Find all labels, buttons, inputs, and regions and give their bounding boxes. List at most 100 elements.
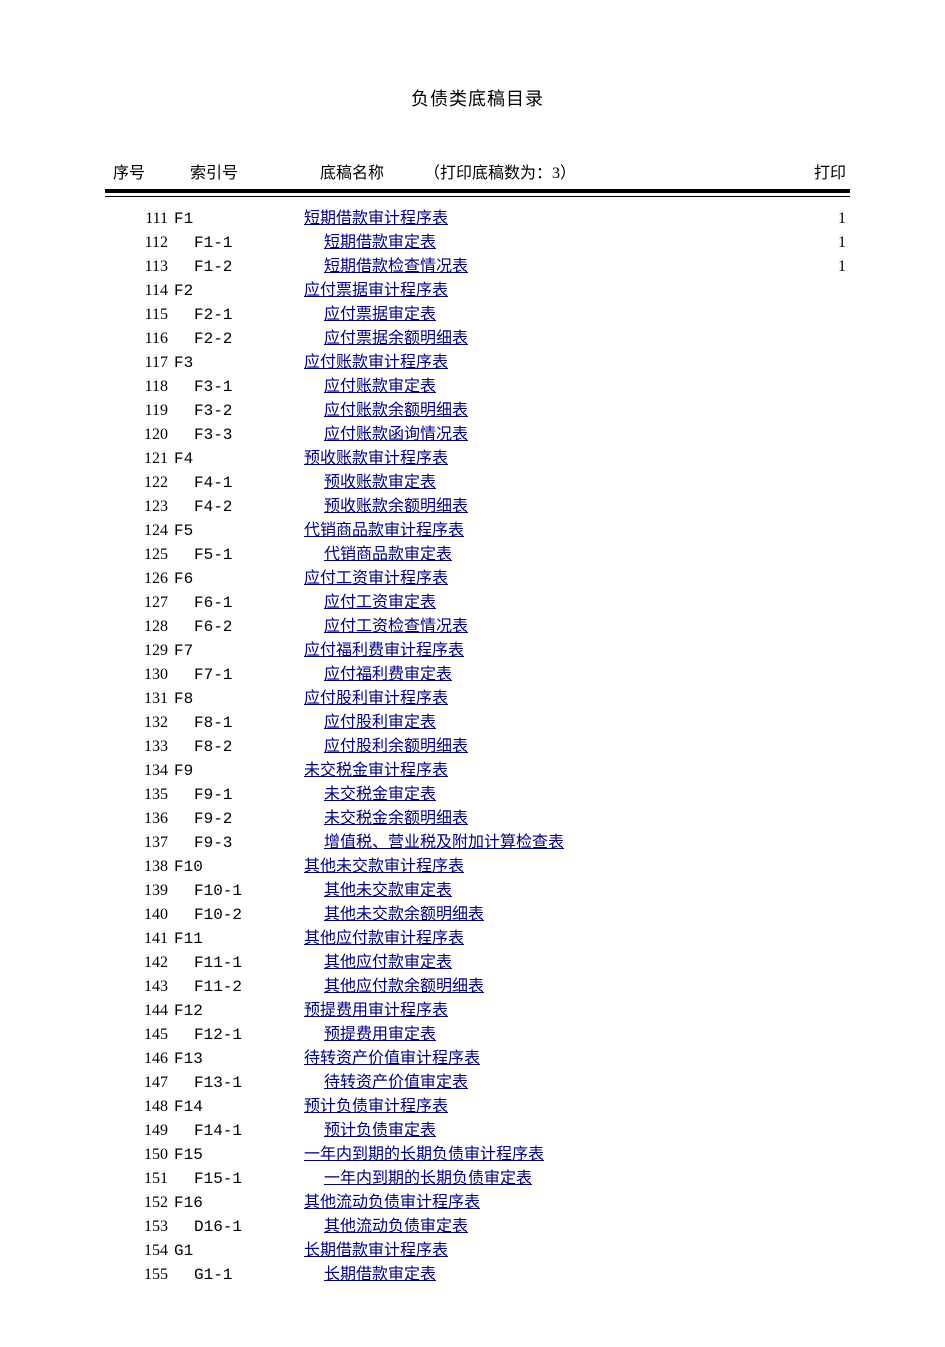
cell-seq: 130 — [105, 663, 174, 687]
doc-link[interactable]: 其他应付款余额明细表 — [324, 978, 484, 995]
cell-index: D16-1 — [174, 1215, 324, 1239]
doc-link[interactable]: 其他未交款审计程序表 — [304, 858, 464, 875]
table-row: 147F13-1待转资产价值审定表 — [105, 1071, 850, 1095]
table-row: 129F7应付福利费审计程序表 — [105, 639, 850, 663]
doc-link[interactable]: 其他应付款审定表 — [324, 954, 452, 971]
table-row: 123F4-2预收账款余额明细表 — [105, 495, 850, 519]
doc-link[interactable]: 长期借款审定表 — [324, 1266, 436, 1283]
doc-link[interactable]: 应付票据审定表 — [324, 306, 436, 323]
cell-seq: 129 — [105, 639, 174, 663]
cell-index: F9-2 — [174, 807, 324, 831]
doc-link[interactable]: 其他未交款余额明细表 — [324, 906, 484, 923]
table-row: 126F6应付工资审计程序表 — [105, 567, 850, 591]
table-row: 145F12-1预提费用审定表 — [105, 1023, 850, 1047]
doc-link[interactable]: 应付账款函询情况表 — [324, 426, 468, 443]
table-row: 143F11-2其他应付款余额明细表 — [105, 975, 850, 999]
table-row: 139F10-1其他未交款审定表 — [105, 879, 850, 903]
doc-link[interactable]: 应付账款审定表 — [324, 378, 436, 395]
doc-link[interactable]: 其他流动负债审计程序表 — [304, 1194, 480, 1211]
table-row: 153D16-1其他流动负债审定表 — [105, 1215, 850, 1239]
cell-index: G1 — [174, 1239, 304, 1263]
document-title: 负债类底稿目录 — [105, 85, 850, 111]
table-row: 141F11其他应付款审计程序表 — [105, 927, 850, 951]
doc-link[interactable]: 预收账款审计程序表 — [304, 450, 448, 467]
doc-link[interactable]: 应付工资审计程序表 — [304, 570, 448, 587]
doc-link[interactable]: 预提费用审计程序表 — [304, 1002, 448, 1019]
cell-name: 应付账款函询情况表 — [324, 423, 791, 447]
table-row: 115F2-1应付票据审定表 — [105, 303, 850, 327]
cell-index: F1-1 — [174, 231, 324, 255]
cell-seq: 154 — [105, 1239, 174, 1263]
doc-link[interactable]: 其他未交款审定表 — [324, 882, 452, 899]
doc-link[interactable]: 应付福利费审计程序表 — [304, 642, 464, 659]
doc-link[interactable]: 一年内到期的长期负债审定表 — [324, 1170, 532, 1187]
doc-link[interactable]: 未交税金审定表 — [324, 786, 436, 803]
doc-link[interactable]: 应付工资检查情况表 — [324, 618, 468, 635]
cell-name: 应付股利审定表 — [324, 711, 791, 735]
doc-link[interactable]: 长期借款审计程序表 — [304, 1242, 448, 1259]
table-row: 120F3-3应付账款函询情况表 — [105, 423, 850, 447]
doc-link[interactable]: 代销商品款审定表 — [324, 546, 452, 563]
cell-name: 预提费用审定表 — [324, 1023, 791, 1047]
doc-link[interactable]: 待转资产价值审定表 — [324, 1074, 468, 1091]
cell-seq: 119 — [105, 399, 174, 423]
cell-name: 应付票据审定表 — [324, 303, 791, 327]
doc-link[interactable]: 预收账款审定表 — [324, 474, 436, 491]
doc-link[interactable]: 待转资产价值审计程序表 — [304, 1050, 480, 1067]
cell-seq: 136 — [105, 807, 174, 831]
cell-name: 预提费用审计程序表 — [304, 999, 791, 1023]
doc-link[interactable]: 应付票据审计程序表 — [304, 282, 448, 299]
header-note: （打印底稿数为：3） — [424, 165, 576, 182]
doc-link[interactable]: 应付账款审计程序表 — [304, 354, 448, 371]
doc-link[interactable]: 代销商品款审计程序表 — [304, 522, 464, 539]
cell-index: F1 — [174, 207, 304, 231]
doc-link[interactable]: 短期借款检查情况表 — [324, 258, 468, 275]
table-row: 150F15一年内到期的长期负债审计程序表 — [105, 1143, 850, 1167]
doc-link[interactable]: 一年内到期的长期负债审计程序表 — [304, 1146, 544, 1163]
cell-index: F10-1 — [174, 879, 324, 903]
cell-seq: 143 — [105, 975, 174, 999]
doc-link[interactable]: 应付股利余额明细表 — [324, 738, 468, 755]
doc-link[interactable]: 应付股利审定表 — [324, 714, 436, 731]
doc-link[interactable]: 应付票据余额明细表 — [324, 330, 468, 347]
doc-link[interactable]: 预计负债审计程序表 — [304, 1098, 448, 1115]
cell-index: F2-1 — [174, 303, 324, 327]
cell-seq: 141 — [105, 927, 174, 951]
cell-name: 应付账款余额明细表 — [324, 399, 791, 423]
cell-seq: 155 — [105, 1263, 174, 1287]
doc-link[interactable]: 应付账款余额明细表 — [324, 402, 468, 419]
cell-name: 其他应付款审计程序表 — [304, 927, 791, 951]
cell-index: F7-1 — [174, 663, 324, 687]
document-page: 负债类底稿目录 序号 索引号 底稿名称 （打印底稿数为：3） 打印 111F1短… — [0, 0, 945, 1347]
doc-link[interactable]: 应付工资审定表 — [324, 594, 436, 611]
cell-seq: 139 — [105, 879, 174, 903]
doc-link[interactable]: 预计负债审定表 — [324, 1122, 436, 1139]
doc-link[interactable]: 未交税金审计程序表 — [304, 762, 448, 779]
cell-name: 应付账款审定表 — [324, 375, 791, 399]
doc-link[interactable]: 预收账款余额明细表 — [324, 498, 468, 515]
table-row: 132F8-1应付股利审定表 — [105, 711, 850, 735]
doc-link[interactable]: 预提费用审定表 — [324, 1026, 436, 1043]
cell-seq: 131 — [105, 687, 174, 711]
table-row: 148F14预计负债审计程序表 — [105, 1095, 850, 1119]
doc-link[interactable]: 应付股利审计程序表 — [304, 690, 448, 707]
cell-index: F11-2 — [174, 975, 324, 999]
cell-print: 1 — [791, 207, 850, 231]
cell-seq: 152 — [105, 1191, 174, 1215]
cell-name: 应付工资检查情况表 — [324, 615, 791, 639]
cell-index: F13-1 — [174, 1071, 324, 1095]
doc-link[interactable]: 增值税、营业税及附加计算检查表 — [324, 834, 564, 851]
doc-link[interactable]: 短期借款审定表 — [324, 234, 436, 251]
table-row: 151F15-1一年内到期的长期负债审定表 — [105, 1167, 850, 1191]
doc-link[interactable]: 未交税金余额明细表 — [324, 810, 468, 827]
doc-link[interactable]: 其他流动负债审定表 — [324, 1218, 468, 1235]
cell-print: 1 — [791, 255, 850, 279]
doc-link[interactable]: 应付福利费审定表 — [324, 666, 452, 683]
doc-link[interactable]: 短期借款审计程序表 — [304, 210, 448, 227]
cell-name: 待转资产价值审定表 — [324, 1071, 791, 1095]
doc-link[interactable]: 其他应付款审计程序表 — [304, 930, 464, 947]
cell-name: 应付工资审定表 — [324, 591, 791, 615]
cell-seq: 121 — [105, 447, 174, 471]
table-row: 154G1长期借款审计程序表 — [105, 1239, 850, 1263]
cell-name: 一年内到期的长期负债审定表 — [324, 1167, 791, 1191]
